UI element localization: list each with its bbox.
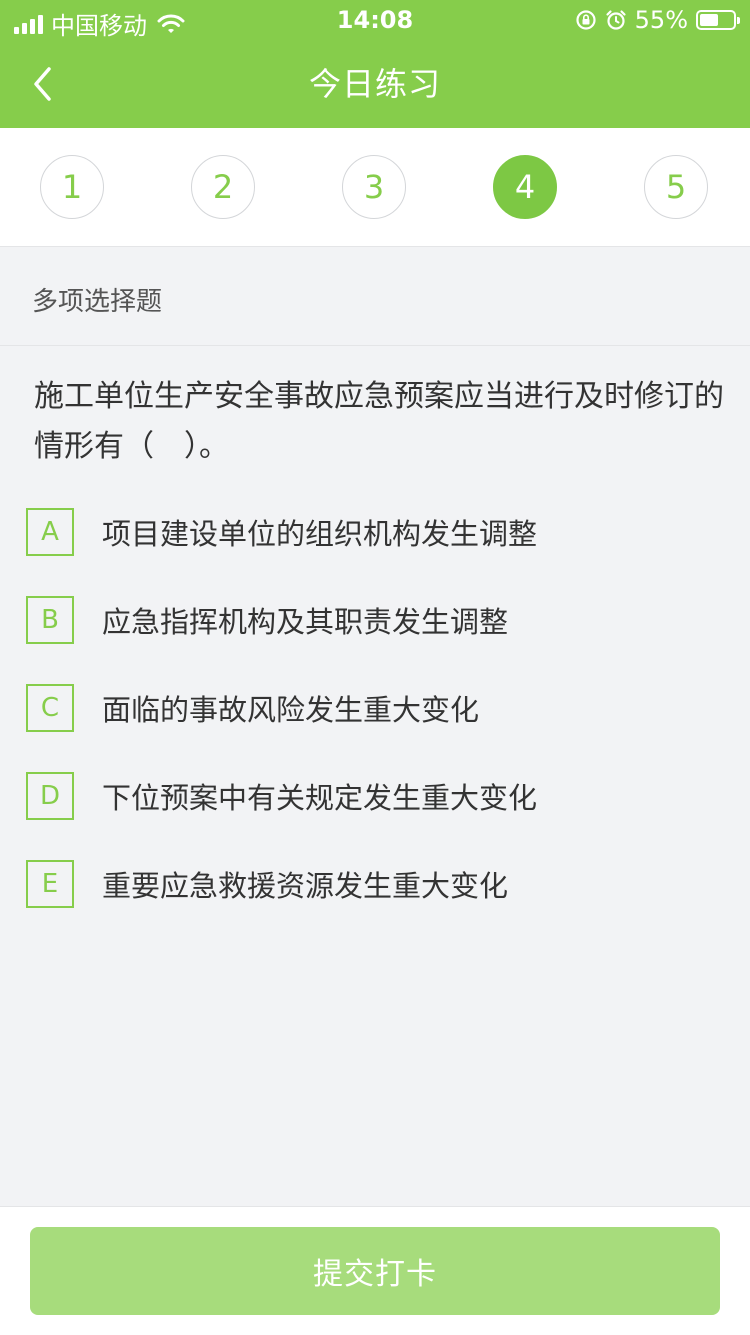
status-right: 55% [575, 6, 740, 34]
question-text: 施工单位生产安全事故应急预案应当进行及时修订的情形有（ ）。 [34, 379, 724, 464]
battery-percent: 55% [634, 6, 688, 34]
option-letter: C [26, 684, 74, 732]
option-text: 重要应急救援资源发生重大变化 [102, 869, 509, 903]
battery-fill [700, 14, 718, 26]
option-c[interactable]: C 面临的事故风险发生重大变化 [26, 676, 726, 740]
option-letter: A [26, 508, 74, 556]
battery-icon [696, 10, 740, 30]
status-bar: 中国移动 14:08 55% [0, 0, 750, 40]
option-e[interactable]: E 重要应急救援资源发生重大变化 [26, 852, 726, 916]
submit-checkin-button[interactable]: 提交打卡 [30, 1227, 720, 1315]
option-text: 面临的事故风险发生重大变化 [102, 693, 480, 727]
step-5[interactable]: 5 [644, 155, 708, 219]
option-a[interactable]: A 项目建设单位的组织机构发生调整 [26, 500, 726, 564]
option-b[interactable]: B 应急指挥机构及其职责发生调整 [26, 588, 726, 652]
rotation-lock-icon [576, 10, 596, 30]
footer-bar: 提交打卡 [0, 1206, 750, 1335]
question-stepper: 1 2 3 4 5 [0, 128, 750, 247]
app-header: 中国移动 14:08 55% 今日练习 [0, 0, 750, 128]
option-text: 项目建设单位的组织机构发生调整 [102, 517, 538, 551]
alarm-icon [606, 10, 626, 30]
question-type-label: 多项选择题 [32, 287, 163, 317]
option-letter: E [26, 860, 74, 908]
step-3[interactable]: 3 [342, 155, 406, 219]
option-letter: D [26, 772, 74, 820]
option-text: 应急指挥机构及其职责发生调整 [102, 605, 509, 639]
step-1[interactable]: 1 [40, 155, 104, 219]
step-2[interactable]: 2 [191, 155, 255, 219]
option-letter: B [26, 596, 74, 644]
step-4-active[interactable]: 4 [493, 155, 557, 219]
option-text: 下位预案中有关规定发生重大变化 [102, 781, 538, 815]
page-title: 今日练习 [308, 65, 441, 103]
option-d[interactable]: D 下位预案中有关规定发生重大变化 [26, 764, 726, 828]
question-type-bar: 多项选择题 [0, 247, 750, 346]
